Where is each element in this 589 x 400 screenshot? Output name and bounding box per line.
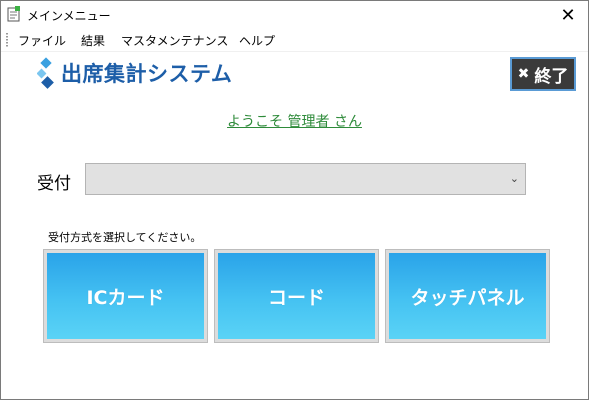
window-title: メインメニュー	[27, 9, 111, 23]
touch-panel-button-label: タッチパネル	[410, 286, 525, 309]
exit-button-label: 終了	[534, 66, 569, 87]
menu-grip	[6, 33, 8, 47]
app-icon	[7, 6, 20, 22]
close-icon: ✕	[560, 4, 576, 26]
menu-help[interactable]: ヘルプ	[236, 32, 278, 49]
instruction-text: 受付方式を選択してください。	[48, 231, 202, 244]
touch-panel-button[interactable]: タッチパネル	[385, 249, 550, 343]
exit-button[interactable]: ✖ 終了	[510, 57, 576, 91]
title-bar: メインメニュー ✕	[1, 1, 588, 29]
app-logo: 出席集計システム	[37, 57, 232, 89]
welcome-link[interactable]: ようこそ 管理者 さん	[227, 114, 362, 130]
code-button[interactable]: コード	[214, 249, 379, 343]
window-close-button[interactable]: ✕	[548, 1, 588, 29]
menu-file[interactable]: ファイル	[15, 32, 69, 49]
reception-select[interactable]: ⌄	[85, 163, 526, 195]
menu-results[interactable]: 結果	[78, 32, 108, 49]
chevron-down-icon: ⌄	[509, 172, 519, 185]
welcome-message: ようこそ 管理者 さん	[1, 111, 588, 131]
main-menu-window: メインメニュー ✕ ファイル 結果 マスタメンテナンス ヘルプ 出席集計システム…	[0, 0, 589, 400]
code-button-label: コード	[267, 286, 325, 309]
app-name: 出席集計システム	[61, 62, 233, 86]
ic-card-button[interactable]: ICカード	[43, 249, 208, 343]
reception-label: 受付	[37, 174, 71, 194]
menu-master-maintenance[interactable]: マスタメンテナンス	[118, 32, 231, 49]
menu-bar: ファイル 結果 マスタメンテナンス ヘルプ	[1, 29, 588, 52]
close-icon: ✖	[517, 66, 530, 82]
ic-card-button-label: ICカード	[86, 286, 165, 309]
logo-mark-icon	[37, 57, 54, 89]
